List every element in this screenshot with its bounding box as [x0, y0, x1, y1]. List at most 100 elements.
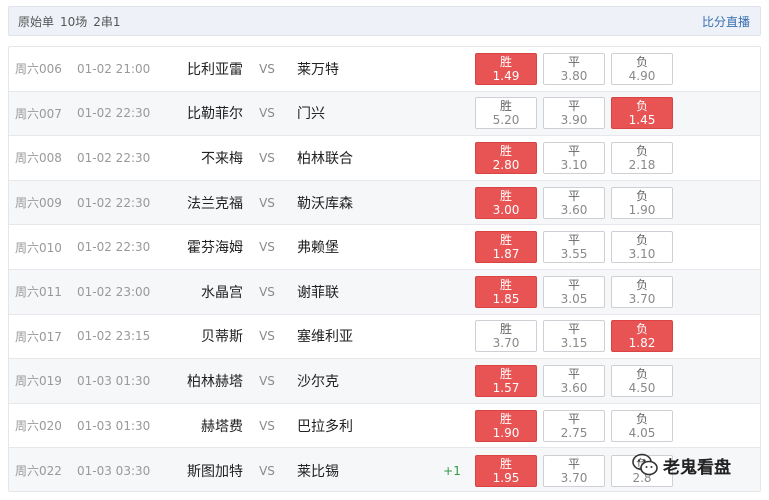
odds-value: 4.05	[628, 425, 656, 440]
away-team: 柏林联合	[297, 150, 353, 167]
odds-button-draw[interactable]: 平 3.90	[543, 97, 605, 130]
odds-button-win[interactable]: 胜 3.00	[475, 186, 537, 219]
odds-label: 胜	[499, 277, 512, 292]
odds-label: 负	[635, 188, 648, 203]
match-row: 周六007 01-02 22:30 比勒菲尔 VS 门兴 胜 5.20 平 3.…	[9, 91, 760, 137]
odds-button-lose[interactable]: 负 3.10	[611, 231, 673, 264]
odds-label: 胜	[499, 99, 512, 114]
odds-group: 胜 1.49 平 3.80 负 4.90	[475, 52, 673, 85]
odds-button-draw[interactable]: 平 3.70	[543, 454, 605, 487]
odds-group: 胜 2.80 平 3.10 负 2.18	[475, 141, 673, 174]
odds-button-win[interactable]: 胜 1.87	[475, 231, 537, 264]
odds-button-draw[interactable]: 平 3.55	[543, 231, 605, 264]
match-row: 周六022 01-03 03:30 斯图加特 VS 莱比锡 +1 胜 1.95 …	[9, 448, 760, 491]
odds-label: 负	[635, 456, 648, 471]
vs-label: VS	[259, 373, 275, 388]
home-team: 柏林赫塔	[187, 373, 243, 390]
odds-button-win[interactable]: 胜 1.90	[475, 409, 537, 442]
match-number: 周六006	[15, 62, 62, 77]
odds-button-lose[interactable]: 负 1.45	[611, 97, 673, 130]
match-row: 周六006 01-02 21:00 比利亚雷 VS 莱万特 胜 1.49 平 3…	[9, 47, 760, 92]
odds-button-win[interactable]: 胜 3.70	[475, 320, 537, 353]
match-number: 周六017	[15, 329, 62, 344]
odds-button-win[interactable]: 胜 1.95	[475, 454, 537, 487]
match-row: 周六019 01-03 01:30 柏林赫塔 VS 沙尔克 胜 1.57 平 3…	[9, 359, 760, 404]
odds-button-lose[interactable]: 负 1.82	[611, 320, 673, 353]
odds-value: 3.15	[560, 336, 588, 351]
odds-button-draw[interactable]: 平 3.05	[543, 275, 605, 308]
odds-value: 3.55	[560, 247, 588, 262]
away-team: 塞维利亚	[297, 329, 353, 346]
odds-group: 胜 1.85 平 3.05 负 3.70	[475, 275, 673, 308]
order-summary: 原始单 10场 2串1	[18, 13, 121, 30]
home-team: 斯图加特	[187, 463, 243, 480]
odds-group: 胜 1.87 平 3.55 负 3.10	[475, 231, 673, 264]
away-team: 沙尔克	[297, 373, 339, 390]
odds-label: 胜	[499, 322, 512, 337]
home-team: 贝蒂斯	[201, 329, 243, 346]
match-table: 周六006 01-02 21:00 比利亚雷 VS 莱万特 胜 1.49 平 3…	[8, 46, 761, 492]
odds-button-lose[interactable]: 负 1.90	[611, 186, 673, 219]
odds-group: 胜 1.57 平 3.60 负 4.50	[475, 364, 673, 397]
match-row: 周六009 01-02 22:30 法兰克福 VS 勒沃库森 胜 3.00 平 …	[9, 180, 760, 226]
odds-value: 3.60	[560, 202, 588, 217]
odds-value: 3.70	[492, 336, 520, 351]
odds-group: 胜 5.20 平 3.90 负 1.45	[475, 97, 673, 130]
odds-button-lose[interactable]: 负 4.05	[611, 409, 673, 442]
odds-label: 平	[567, 143, 580, 158]
odds-value: 1.85	[492, 291, 520, 306]
odds-button-draw[interactable]: 平 2.75	[543, 409, 605, 442]
match-number: 周六008	[15, 151, 62, 166]
match-number: 周六007	[15, 106, 62, 121]
odds-value: 1.82	[628, 336, 656, 351]
odds-button-lose[interactable]: 负 2.18	[611, 141, 673, 174]
odds-value: 3.10	[628, 247, 656, 262]
odds-button-draw[interactable]: 平 3.10	[543, 141, 605, 174]
order-title: 原始单	[18, 14, 55, 29]
odds-button-lose[interactable]: 负 3.70	[611, 275, 673, 308]
odds-button-draw[interactable]: 平 3.80	[543, 52, 605, 85]
odds-value: 1.57	[492, 380, 520, 395]
odds-value: 3.70	[628, 291, 656, 306]
odds-value: 4.50	[628, 380, 656, 395]
odds-value: 3.05	[560, 291, 588, 306]
odds-button-lose[interactable]: 负 4.50	[611, 364, 673, 397]
home-team: 不来梅	[201, 150, 243, 167]
odds-button-win[interactable]: 胜 5.20	[475, 97, 537, 130]
odds-label: 胜	[499, 233, 512, 248]
odds-value: 1.90	[628, 202, 656, 217]
combo-type: 2串1	[93, 14, 121, 29]
odds-group: 胜 3.70 平 3.15 负 1.82	[475, 320, 673, 353]
odds-button-draw[interactable]: 平 3.60	[543, 186, 605, 219]
match-row: 周六020 01-03 01:30 赫塔费 VS 巴拉多利 胜 1.90 平 2…	[9, 404, 760, 449]
odds-button-win[interactable]: 胜 1.49	[475, 52, 537, 85]
home-team: 比勒菲尔	[187, 106, 243, 123]
away-team: 门兴	[297, 106, 325, 123]
odds-value: 2.18	[628, 157, 656, 172]
odds-label: 负	[635, 411, 648, 426]
odds-button-lose[interactable]: 负 4.90	[611, 52, 673, 85]
odds-button-win[interactable]: 胜 1.85	[475, 275, 537, 308]
odds-group: 胜 3.00 平 3.60 负 1.90	[475, 186, 673, 219]
away-team: 弗赖堡	[297, 240, 339, 257]
match-number: 周六022	[15, 464, 62, 479]
odds-label: 负	[635, 322, 648, 337]
odds-group: 胜 1.95 平 3.70 负 2.8	[475, 454, 673, 487]
odds-button-draw[interactable]: 平 3.60	[543, 364, 605, 397]
home-team: 比利亚雷	[187, 61, 243, 78]
odds-button-draw[interactable]: 平 3.15	[543, 320, 605, 353]
vs-label: VS	[259, 106, 275, 121]
vs-label: VS	[259, 463, 275, 478]
odds-label: 胜	[499, 188, 512, 203]
odds-button-lose[interactable]: 负 2.8	[611, 454, 673, 487]
live-score-link[interactable]: 比分直播	[702, 13, 750, 30]
home-team: 法兰克福	[187, 195, 243, 212]
odds-value: 2.8	[632, 470, 652, 485]
odds-button-win[interactable]: 胜 2.80	[475, 141, 537, 174]
match-row: 周六011 01-02 23:00 水晶宫 VS 谢菲联 胜 1.85 平 3.…	[9, 269, 760, 315]
odds-button-win[interactable]: 胜 1.57	[475, 364, 537, 397]
odds-value: 1.49	[492, 68, 520, 83]
odds-label: 胜	[499, 456, 512, 471]
vs-label: VS	[259, 329, 275, 344]
odds-value: 3.10	[560, 157, 588, 172]
